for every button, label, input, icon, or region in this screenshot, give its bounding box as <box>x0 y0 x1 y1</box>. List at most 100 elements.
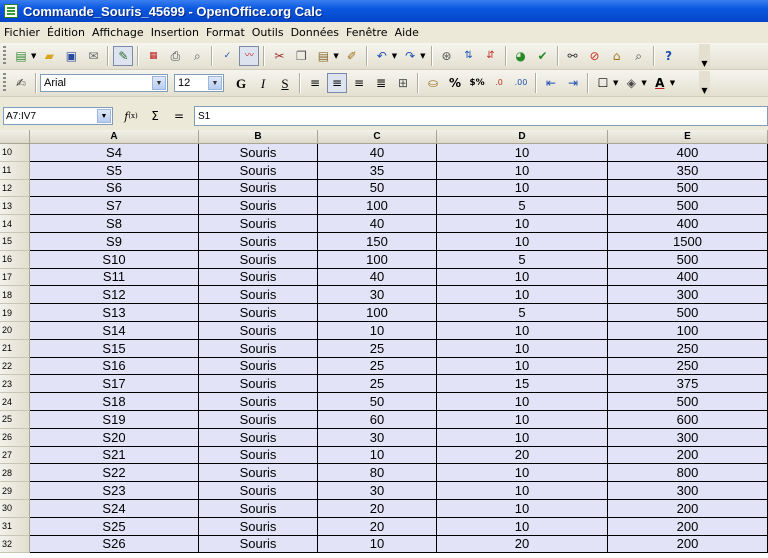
cell-a[interactable]: S23 <box>30 482 199 500</box>
menu-fenetre[interactable]: Fenêtre <box>344 26 393 39</box>
cell-e[interactable]: 500 <box>608 304 768 322</box>
cell-a[interactable]: S12 <box>30 286 199 305</box>
cell-a[interactable]: S24 <box>30 500 199 518</box>
cell-d[interactable]: 20 <box>437 446 608 465</box>
row-header[interactable]: 29 <box>0 482 30 500</box>
sum-button[interactable]: Σ <box>143 106 167 126</box>
cell-b[interactable]: Souris <box>199 500 318 518</box>
gallery-icon[interactable]: ⌂ <box>607 46 627 66</box>
menu-format[interactable]: Format <box>204 26 250 39</box>
menu-edition[interactable]: Édition <box>45 26 90 39</box>
align-left-icon[interactable]: ≡ <box>305 73 325 93</box>
cell-c[interactable]: 50 <box>318 393 437 411</box>
row-header[interactable]: 20 <box>0 322 30 340</box>
cell-c[interactable]: 30 <box>318 428 437 447</box>
background-color-dropdown-icon[interactable]: ▼ <box>641 79 646 87</box>
cell-e[interactable]: 250 <box>608 357 768 376</box>
cell-c[interactable]: 40 <box>318 215 437 233</box>
print-icon[interactable]: ⎙ <box>165 46 185 66</box>
cell-d[interactable]: 5 <box>437 197 608 216</box>
cell-e[interactable]: 500 <box>608 250 768 269</box>
cell-e[interactable]: 350 <box>608 161 768 180</box>
cell-a[interactable]: S8 <box>30 215 199 233</box>
menu-outils[interactable]: Outils <box>250 26 289 39</box>
cell-c[interactable]: 30 <box>318 482 437 500</box>
cell-b[interactable]: Souris <box>199 393 318 411</box>
cell-c[interactable]: 100 <box>318 197 437 216</box>
cell-d[interactable]: 5 <box>437 250 608 269</box>
cell-d[interactable]: 10 <box>437 357 608 376</box>
background-color-icon[interactable]: ◈ <box>621 73 641 93</box>
cell-d[interactable]: 10 <box>437 215 608 233</box>
cell-a[interactable]: S26 <box>30 535 199 554</box>
cell-c[interactable]: 40 <box>318 268 437 287</box>
cell-e[interactable]: 300 <box>608 286 768 305</box>
row-header[interactable]: 21 <box>0 339 30 358</box>
column-header-b[interactable]: B <box>199 130 318 144</box>
decrease-indent-icon[interactable]: ⇤ <box>541 73 561 93</box>
cell-e[interactable]: 600 <box>608 411 768 429</box>
cell-a[interactable]: S22 <box>30 464 199 483</box>
add-decimal-icon[interactable]: .0 <box>489 73 509 93</box>
cell-c[interactable]: 25 <box>318 375 437 394</box>
cell-b[interactable]: Souris <box>199 161 318 180</box>
print-preview-icon[interactable]: ⌕ <box>187 46 207 66</box>
cut-icon[interactable]: ✂ <box>269 46 289 66</box>
menu-insertion[interactable]: Insertion <box>149 26 204 39</box>
new-document-icon[interactable]: ▤ <box>11 46 31 66</box>
cell-d[interactable]: 10 <box>437 411 608 429</box>
chart-icon[interactable]: ◕ <box>511 46 531 66</box>
row-header[interactable]: 10 <box>0 144 30 162</box>
row-header[interactable]: 18 <box>0 286 30 305</box>
cell-e[interactable]: 300 <box>608 482 768 500</box>
cell-d[interactable]: 10 <box>437 233 608 251</box>
cell-b[interactable]: Souris <box>199 482 318 500</box>
toolbar-grip[interactable] <box>3 73 6 93</box>
cell-a[interactable]: S7 <box>30 197 199 216</box>
cell-c[interactable]: 10 <box>318 446 437 465</box>
cell-d[interactable]: 10 <box>437 268 608 287</box>
cell-a[interactable]: S16 <box>30 357 199 376</box>
function-wizard-button[interactable]: f (x) <box>119 106 143 126</box>
toolbar-grip[interactable] <box>3 46 6 66</box>
name-box[interactable]: A7:IV7 ▼ <box>3 107 113 125</box>
cell-b[interactable]: Souris <box>199 535 318 554</box>
cell-e[interactable]: 100 <box>608 322 768 340</box>
cell-e[interactable]: 200 <box>608 500 768 518</box>
formula-input[interactable]: S1 <box>194 106 768 126</box>
row-header[interactable]: 26 <box>0 428 30 447</box>
cell-e[interactable]: 500 <box>608 179 768 198</box>
cell-d[interactable]: 10 <box>437 428 608 447</box>
cell-c[interactable]: 25 <box>318 357 437 376</box>
cell-b[interactable]: Souris <box>199 464 318 483</box>
cell-a[interactable]: S17 <box>30 375 199 394</box>
cell-d[interactable]: 5 <box>437 304 608 322</box>
row-header[interactable]: 13 <box>0 197 30 216</box>
email-icon[interactable]: ✉ <box>83 46 103 66</box>
redo-dropdown-icon[interactable]: ▼ <box>420 52 425 60</box>
cell-b[interactable]: Souris <box>199 304 318 322</box>
cell-c[interactable]: 100 <box>318 250 437 269</box>
font-color-icon[interactable]: A <box>650 73 670 93</box>
cell-c[interactable]: 100 <box>318 304 437 322</box>
align-center-icon[interactable]: ≡ <box>327 73 347 93</box>
row-header[interactable]: 24 <box>0 393 30 411</box>
row-header[interactable]: 11 <box>0 161 30 180</box>
hyperlink-icon[interactable]: ⊛ <box>437 46 457 66</box>
cell-c[interactable]: 10 <box>318 535 437 554</box>
save-icon[interactable]: ▣ <box>61 46 81 66</box>
cell-c[interactable]: 150 <box>318 233 437 251</box>
increase-indent-icon[interactable]: ⇥ <box>563 73 583 93</box>
styles-formatting-icon[interactable]: ✍ <box>11 73 31 93</box>
row-header[interactable]: 12 <box>0 179 30 198</box>
align-right-icon[interactable]: ≡ <box>349 73 369 93</box>
cell-a[interactable]: S19 <box>30 411 199 429</box>
sort-descending-icon[interactable]: ⇵ <box>481 46 501 66</box>
cell-d[interactable]: 10 <box>437 393 608 411</box>
cell-e[interactable]: 500 <box>608 393 768 411</box>
edit-file-icon[interactable]: ✎ <box>113 46 134 66</box>
cell-e[interactable]: 200 <box>608 446 768 465</box>
column-header-c[interactable]: C <box>318 130 437 144</box>
cell-a[interactable]: S15 <box>30 339 199 358</box>
cell-b[interactable]: Souris <box>199 268 318 287</box>
